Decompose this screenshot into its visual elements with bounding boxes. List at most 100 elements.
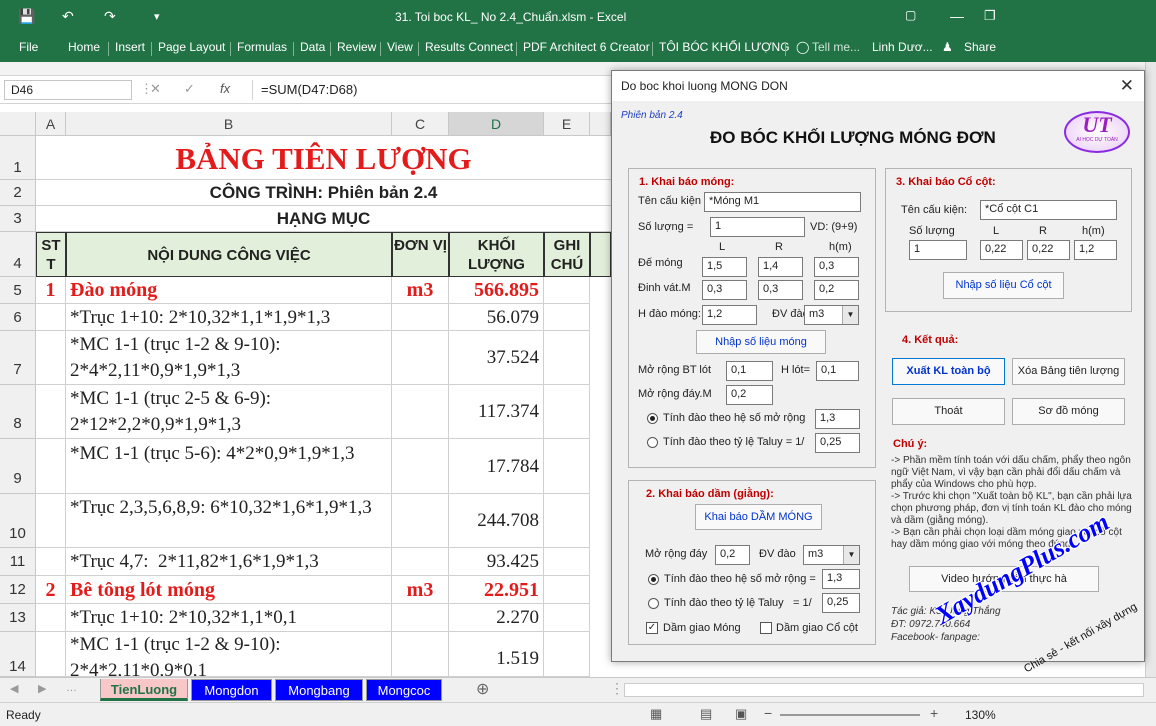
beam-excavation-unit-select[interactable]: m3 ▼ bbox=[803, 545, 860, 565]
tab-pdf-architect[interactable]: PDF Architect 6 Creator bbox=[523, 40, 650, 54]
zoom-slider[interactable] bbox=[780, 714, 920, 716]
tab-insert[interactable]: Insert bbox=[115, 40, 145, 54]
header-content[interactable]: NỘI DUNG CÔNG VIỆC bbox=[66, 232, 392, 277]
export-all-button[interactable]: Xuất KL toàn bộ bbox=[892, 358, 1005, 385]
cell-content[interactable]: *MC 1-1 (trục 2-5 & 6-9): 2*12*2,2*0,9*1… bbox=[66, 385, 392, 439]
base-l-input[interactable]: 1,5 bbox=[702, 257, 747, 277]
radio-beam-expansion-factor[interactable] bbox=[648, 574, 659, 585]
cell-stt[interactable] bbox=[36, 385, 66, 439]
bevel-h-input[interactable]: 0,2 bbox=[814, 280, 859, 300]
horizontal-scrollbar[interactable] bbox=[624, 683, 1144, 697]
row-header-1[interactable]: 1 bbox=[0, 136, 36, 180]
cell-stt[interactable] bbox=[36, 632, 66, 677]
cell-unit[interactable]: m3 bbox=[392, 576, 449, 604]
row-header-3[interactable]: 3 bbox=[0, 206, 36, 232]
column-header-f[interactable] bbox=[590, 112, 611, 136]
minimize-icon[interactable]: — bbox=[950, 8, 964, 24]
tab-file[interactable]: File bbox=[19, 40, 38, 54]
row-header-11[interactable]: 11 bbox=[0, 548, 36, 576]
cell-content[interactable]: *Trục 1+10: 2*10,32*1,1*0,1 bbox=[66, 604, 392, 632]
cell-qty[interactable]: 566.895 bbox=[449, 277, 544, 304]
sheet-tab-mongdon[interactable]: Mongdon bbox=[191, 679, 272, 701]
column-header-b[interactable]: B bbox=[66, 112, 392, 136]
column-h-input[interactable]: 1,2 bbox=[1074, 240, 1117, 260]
cell-note[interactable] bbox=[544, 277, 590, 304]
tab-home[interactable]: Home bbox=[68, 40, 100, 54]
header-unit[interactable]: ĐƠN VỊ bbox=[392, 232, 449, 277]
cell-qty[interactable]: 244.708 bbox=[449, 494, 544, 548]
cell-unit[interactable] bbox=[392, 439, 449, 494]
cell-qty[interactable]: 56.079 bbox=[449, 304, 544, 331]
cell-content[interactable]: *MC 1-1 (trục 1-2 & 9-10): 2*4*2,11*0,9*… bbox=[66, 331, 392, 385]
select-all[interactable] bbox=[0, 112, 36, 136]
sheet-title[interactable]: BẢNG TIÊN LƯỢNG bbox=[36, 136, 611, 180]
cell-note[interactable] bbox=[544, 439, 590, 494]
cell-stt[interactable] bbox=[36, 304, 66, 331]
vertical-scrollbar[interactable] bbox=[1145, 62, 1156, 702]
header-qty[interactable]: KHỐI LƯỢNG bbox=[449, 232, 544, 277]
add-sheet-icon[interactable]: ⊕ bbox=[476, 679, 489, 699]
beam-expansion-factor-input[interactable]: 1,3 bbox=[822, 569, 860, 589]
row-header-12[interactable]: 12 bbox=[0, 576, 36, 604]
cell-content[interactable]: *MC 1-1 (trục 1-2 & 9-10): 2*4*2,11*0,9*… bbox=[66, 632, 392, 677]
bevel-l-input[interactable]: 0,3 bbox=[702, 280, 747, 300]
cell-stt[interactable]: 2 bbox=[36, 576, 66, 604]
cell-note[interactable] bbox=[544, 304, 590, 331]
cell-qty[interactable]: 37.524 bbox=[449, 331, 544, 385]
column-header-e[interactable]: E bbox=[544, 112, 590, 136]
lean-thickness-input[interactable]: 0,1 bbox=[816, 361, 859, 381]
cell-unit[interactable] bbox=[392, 304, 449, 331]
cell-qty[interactable]: 117.374 bbox=[449, 385, 544, 439]
tab-review[interactable]: Review bbox=[337, 40, 376, 54]
cell-content[interactable]: *Trục 1+10: 2*10,32*1,1*1,9*1,3 bbox=[66, 304, 392, 331]
sheet-tab-mongcoc[interactable]: Mongcoc bbox=[366, 679, 442, 701]
cell-note[interactable] bbox=[544, 576, 590, 604]
sheet-tab-mongbang[interactable]: Mongbang bbox=[275, 679, 363, 701]
project-name[interactable]: CÔNG TRÌNH: Phiên bản 2.4 bbox=[36, 180, 611, 206]
beam-bottom-widen-input[interactable]: 0,2 bbox=[715, 545, 750, 565]
cell-qty[interactable]: 1.519 bbox=[449, 632, 544, 677]
row-header-13[interactable]: 13 bbox=[0, 604, 36, 632]
beam-intersect-column-checkbox[interactable] bbox=[760, 622, 772, 634]
cell-stt[interactable] bbox=[36, 439, 66, 494]
column-r-input[interactable]: 0,22 bbox=[1027, 240, 1070, 260]
excavation-unit-select[interactable]: m3 ▼ bbox=[804, 305, 859, 325]
column-qty-input[interactable]: 1 bbox=[909, 240, 967, 260]
component-name-input[interactable]: *Móng M1 bbox=[704, 192, 861, 212]
cell-qty[interactable]: 17.784 bbox=[449, 439, 544, 494]
base-h-input[interactable]: 0,3 bbox=[814, 257, 859, 277]
cell-content[interactable]: *Trục 4,7: 2*11,82*1,6*1,9*1,3 bbox=[66, 548, 392, 576]
cell-stt[interactable]: 1 bbox=[36, 277, 66, 304]
row-header-10[interactable]: 10 bbox=[0, 494, 36, 548]
save-icon[interactable]: 💾 bbox=[18, 8, 35, 25]
cell-content[interactable]: *Trục 2,3,5,6,8,9: 6*10,32*1,6*1,9*1,3 bbox=[66, 494, 392, 548]
cell-content[interactable]: *MC 1-1 (trục 5-6): 4*2*0,9*1,9*1,3 bbox=[66, 439, 392, 494]
exit-button[interactable]: Thoát bbox=[892, 398, 1005, 425]
normal-view-icon[interactable]: ▦ bbox=[650, 706, 662, 722]
undo-icon[interactable]: ↶ bbox=[62, 8, 74, 25]
tab-page-layout[interactable]: Page Layout bbox=[158, 40, 225, 54]
cell-stt[interactable] bbox=[36, 548, 66, 576]
cell-note[interactable] bbox=[544, 632, 590, 677]
account-name[interactable]: Linh Dươ... bbox=[872, 40, 933, 54]
name-box[interactable]: D46 bbox=[4, 80, 132, 100]
tab-view[interactable]: View bbox=[387, 40, 413, 54]
row-header-8[interactable]: 8 bbox=[0, 385, 36, 439]
foundation-diagram-button[interactable]: Sơ đồ móng bbox=[1012, 398, 1125, 425]
expansion-factor-input[interactable]: 1,3 bbox=[815, 409, 860, 429]
cell-unit[interactable] bbox=[392, 331, 449, 385]
cell-note[interactable] bbox=[544, 548, 590, 576]
zoom-level[interactable]: 130% bbox=[965, 708, 996, 722]
ribbon-options-icon[interactable]: ▢ bbox=[905, 8, 916, 22]
radio-expansion-factor[interactable] bbox=[647, 413, 658, 424]
cell-qty[interactable]: 22.951 bbox=[449, 576, 544, 604]
column-header-a[interactable]: A bbox=[36, 112, 66, 136]
tab-data[interactable]: Data bbox=[300, 40, 325, 54]
page-break-view-icon[interactable]: ▣ bbox=[735, 706, 747, 722]
row-header-4[interactable]: 4 bbox=[0, 232, 36, 277]
cell-note[interactable] bbox=[544, 385, 590, 439]
excavation-depth-input[interactable]: 1,2 bbox=[702, 305, 757, 325]
row-header-6[interactable]: 6 bbox=[0, 304, 36, 331]
more-sheets-icon[interactable]: … bbox=[66, 682, 77, 694]
cell-unit[interactable] bbox=[392, 632, 449, 677]
